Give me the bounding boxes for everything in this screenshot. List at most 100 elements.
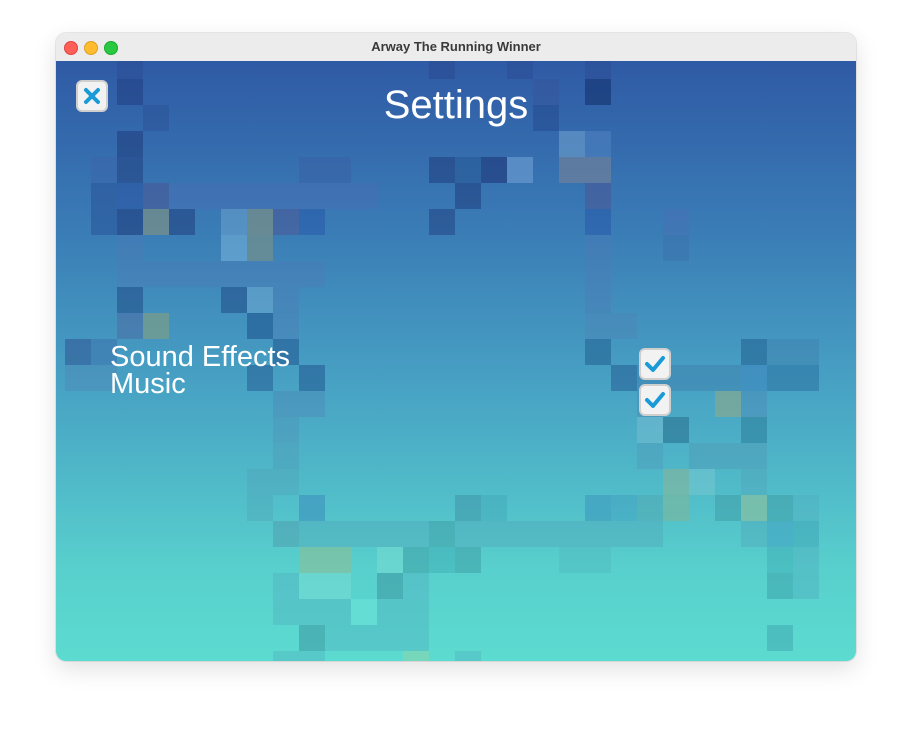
maze-tile (117, 209, 143, 235)
maze-tile (741, 443, 767, 469)
maze-tile (403, 521, 429, 547)
maze-tile (663, 417, 689, 443)
maze-tile (637, 495, 663, 521)
maze-tile (273, 183, 299, 209)
maze-tile (221, 235, 247, 261)
maze-tile (429, 547, 455, 573)
maze-tile (611, 313, 637, 339)
maze-tile (299, 157, 325, 183)
maze-tile (585, 495, 611, 521)
maze-tile (767, 339, 793, 365)
maze-tile (273, 573, 299, 599)
app-window: Arway The Running Winner Settings Sound … (56, 33, 856, 661)
window-title: Arway The Running Winner (371, 39, 541, 54)
maze-tile (403, 625, 429, 651)
maze-tile (663, 235, 689, 261)
maze-tile (195, 183, 221, 209)
maze-tile (611, 365, 637, 391)
maze-tile (273, 469, 299, 495)
maze-tile (273, 313, 299, 339)
maze-tile (741, 495, 767, 521)
maze-tile (715, 365, 741, 391)
maze-tile (325, 521, 351, 547)
maze-tile (299, 625, 325, 651)
maze-tile (455, 547, 481, 573)
maze-tile (585, 287, 611, 313)
title-bar: Arway The Running Winner (56, 33, 856, 62)
maze-tile (455, 183, 481, 209)
maze-tile (221, 183, 247, 209)
maze-tile (221, 209, 247, 235)
maze-tile (585, 235, 611, 261)
maze-tile (351, 521, 377, 547)
maze-tile (351, 183, 377, 209)
maze-tile (637, 521, 663, 547)
maze-tile (195, 261, 221, 287)
maze-tile (455, 521, 481, 547)
maze-tile (169, 261, 195, 287)
maze-tile (403, 651, 429, 661)
maze-tile (325, 547, 351, 573)
maze-tile (299, 547, 325, 573)
maze-tile (611, 495, 637, 521)
maze-tile (715, 391, 741, 417)
maze-tile (351, 625, 377, 651)
maze-tile (741, 365, 767, 391)
maze-tile (689, 365, 715, 391)
maze-tile (793, 547, 819, 573)
maze-tile (767, 495, 793, 521)
maze-tile (585, 209, 611, 235)
maze-tile (741, 521, 767, 547)
maze-tile (273, 209, 299, 235)
music-checkbox[interactable] (639, 384, 671, 416)
maze-tile (65, 365, 91, 391)
maze-tile (247, 261, 273, 287)
maze-tile (247, 235, 273, 261)
maze-tile (117, 287, 143, 313)
maze-tile (377, 573, 403, 599)
maze-tile (143, 313, 169, 339)
maze-tile (117, 313, 143, 339)
maze-tile (273, 261, 299, 287)
maze-tile (585, 183, 611, 209)
maze-tile (273, 443, 299, 469)
maze-tile (507, 157, 533, 183)
maze-tile (429, 157, 455, 183)
maze-tile (559, 547, 585, 573)
maze-tile (143, 183, 169, 209)
maze-tile (247, 183, 273, 209)
sound-effects-checkbox[interactable] (639, 348, 671, 380)
maze-tile (299, 573, 325, 599)
maze-tile (325, 183, 351, 209)
maze-tile (169, 209, 195, 235)
maze-tile (299, 261, 325, 287)
maze-tile (169, 183, 195, 209)
maze-tile (585, 521, 611, 547)
maze-tile (299, 391, 325, 417)
maze-tile (663, 209, 689, 235)
maze-tile (91, 157, 117, 183)
maze-tile (455, 157, 481, 183)
maze-tile (585, 261, 611, 287)
maze-tile (117, 61, 143, 79)
maze-tile (715, 443, 741, 469)
maze-tile (559, 131, 585, 157)
maze-tile (767, 521, 793, 547)
maze-tile (741, 339, 767, 365)
maze-tile (299, 651, 325, 661)
maze-tile (403, 573, 429, 599)
maze-tile (741, 391, 767, 417)
maze-tile (793, 339, 819, 365)
settings-title: Settings (383, 83, 529, 127)
maze-tile (143, 261, 169, 287)
maze-tile (767, 365, 793, 391)
maze-tile (767, 547, 793, 573)
maze-tile (481, 157, 507, 183)
maze-tile (637, 443, 663, 469)
maze-tile (429, 521, 455, 547)
maze-tile (429, 61, 455, 79)
maze-tile (689, 469, 715, 495)
maze-tile (533, 521, 559, 547)
maze-tile (793, 573, 819, 599)
maze-tile (221, 287, 247, 313)
